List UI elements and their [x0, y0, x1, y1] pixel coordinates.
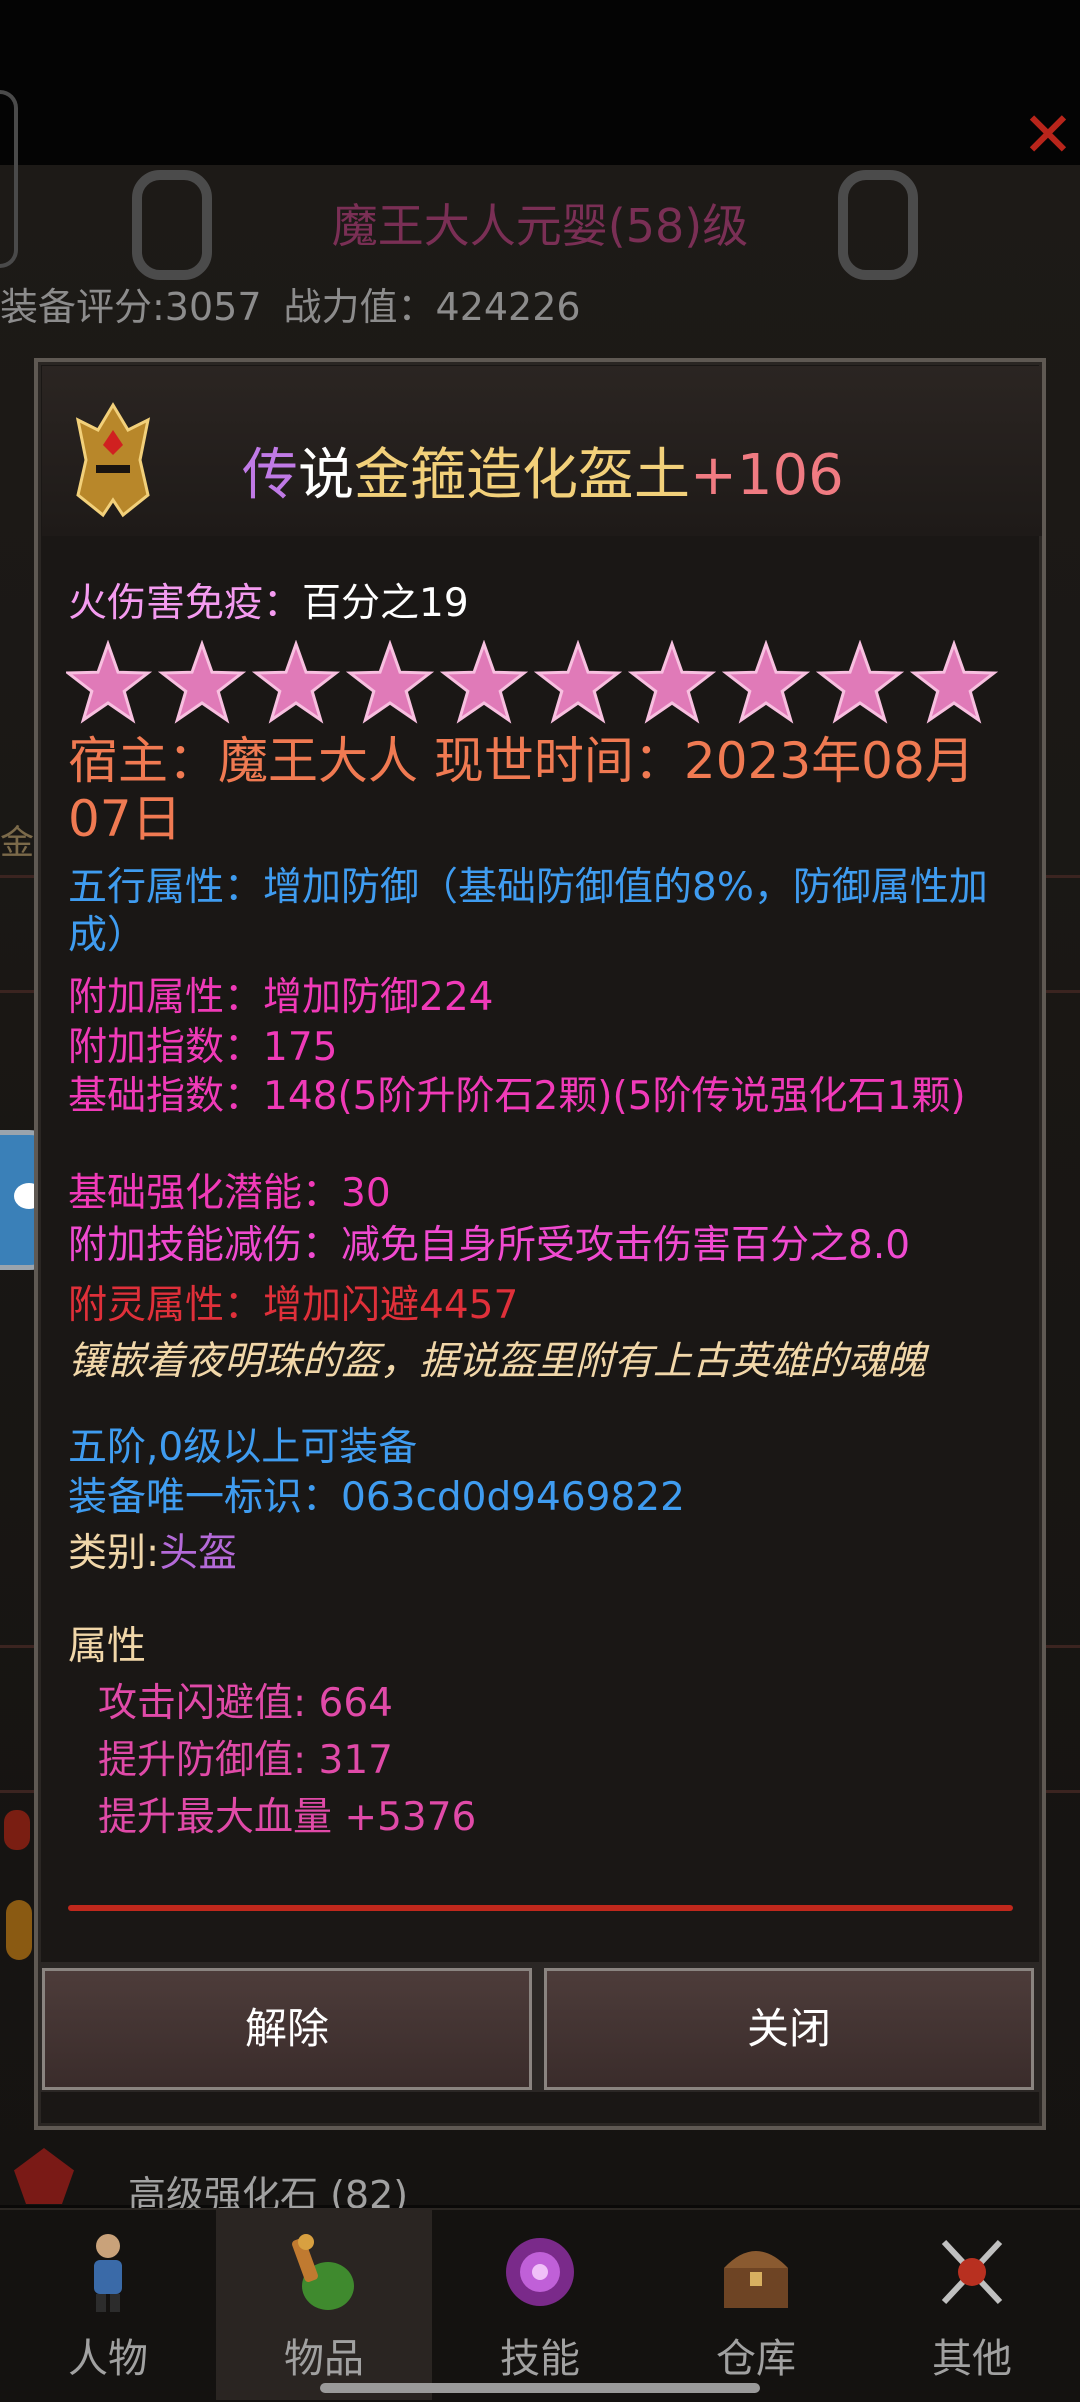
equip-requirement: 五阶,0级以上可装备: [68, 1425, 418, 1470]
window-title: 魔王大人元婴(58)级: [331, 199, 749, 253]
tab-character[interactable]: 人物: [0, 2208, 216, 2400]
chain-decoration-right: [838, 170, 918, 280]
fire-immunity-label: 火伤害免疫：: [68, 581, 303, 626]
star-icon: [721, 640, 811, 724]
tab-label: 其他: [932, 2336, 1012, 2382]
item-title-level: +106: [690, 443, 844, 508]
attribute-line: 提升防御值: 317: [98, 1738, 393, 1783]
home-indicator[interactable]: [320, 2383, 760, 2393]
spirit-attribute: 附灵属性：增加闪避4457: [68, 1283, 519, 1328]
attribute-line: 攻击闪避值: 664: [98, 1681, 393, 1726]
category-value: 头盔: [159, 1531, 238, 1576]
star-icon: [909, 640, 999, 724]
skill-reduce: 附加技能减伤：减免自身所受攻击伤害百分之8.0: [68, 1223, 911, 1268]
power-value: 战力值：424226: [283, 285, 581, 329]
item-title-rarity-1: 传: [242, 443, 298, 508]
star-rating: [66, 640, 999, 724]
chest-icon: [724, 2251, 788, 2308]
side-item-icon: [6, 1900, 32, 1960]
base-potential: 基础强化潜能：30: [68, 1171, 391, 1216]
attributes-title: 属性: [68, 1624, 147, 1669]
helmet-icon: [75, 402, 151, 518]
close-x-icon[interactable]: ✕: [1018, 104, 1078, 166]
skill-orb-icon: [506, 2238, 574, 2306]
tab-items[interactable]: 物品: [216, 2208, 432, 2400]
item-description: 镶嵌着夜明珠的盔，据说盔里附有上古英雄的魂魄: [68, 1339, 927, 1384]
window-edge: [0, 90, 18, 268]
red-stone-icon: [14, 2148, 74, 2204]
side-item-icon: [4, 1810, 30, 1850]
equip-score: 装备评分:3057: [0, 285, 262, 329]
star-icon: [815, 640, 905, 724]
star-icon: [439, 640, 529, 724]
host-info: 宿主：魔王大人 现世时间：2023年08月07日: [68, 732, 975, 848]
status-area: [0, 0, 1080, 190]
tab-label: 仓库: [716, 2336, 796, 2382]
attribute-line: 提升最大血量 +5376: [98, 1795, 477, 1840]
red-divider: [68, 1905, 1013, 1911]
tab-skills[interactable]: 技能: [432, 2208, 648, 2400]
unique-id: 装备唯一标识：063cd0d9469822: [68, 1475, 685, 1520]
extra-attribute: 附加属性：增加防御224: [68, 975, 494, 1020]
item-title-name: 金箍造化盔土: [354, 443, 690, 508]
category-label: 类别:: [68, 1531, 160, 1576]
fire-immunity: 火伤害免疫：百分之19: [68, 572, 469, 628]
tab-storage[interactable]: 仓库: [648, 2208, 864, 2400]
items-bag-icon: [292, 2234, 354, 2310]
star-icon: [345, 640, 435, 724]
tab-label: 技能: [500, 2336, 580, 2382]
star-icon: [157, 640, 247, 724]
tab-other[interactable]: 其他: [864, 2208, 1080, 2400]
five-elements: 五行属性：增加防御（基础防御值的8%，防御属性加成）: [68, 865, 988, 958]
item-title: 传说金箍造化盔土+106: [242, 430, 844, 511]
close-button[interactable]: 关闭: [544, 1968, 1034, 2090]
score-line: 装备评分:3057 战力值：424226: [0, 276, 603, 331]
remove-button[interactable]: 解除: [42, 1968, 532, 2090]
base-index: 基础指数：148(5阶升阶石2颗)(5阶传说强化石1颗): [68, 1074, 966, 1119]
other-swords-icon: [941, 2239, 1003, 2305]
tab-label: 物品: [284, 2336, 364, 2382]
star-icon: [251, 640, 341, 724]
category: 类别:头盔: [68, 1530, 1008, 1578]
item-title-rarity-2: 说: [298, 443, 354, 508]
tab-label: 人物: [68, 2336, 148, 2382]
star-icon: [533, 640, 623, 724]
side-gold-label: 金: [0, 823, 34, 863]
extra-index: 附加指数：175: [68, 1025, 338, 1070]
star-icon: [627, 640, 717, 724]
fire-immunity-value: 百分之19: [302, 581, 469, 626]
chain-decoration-left: [132, 170, 212, 280]
character-icon: [94, 2234, 122, 2312]
star-icon: [66, 640, 153, 724]
